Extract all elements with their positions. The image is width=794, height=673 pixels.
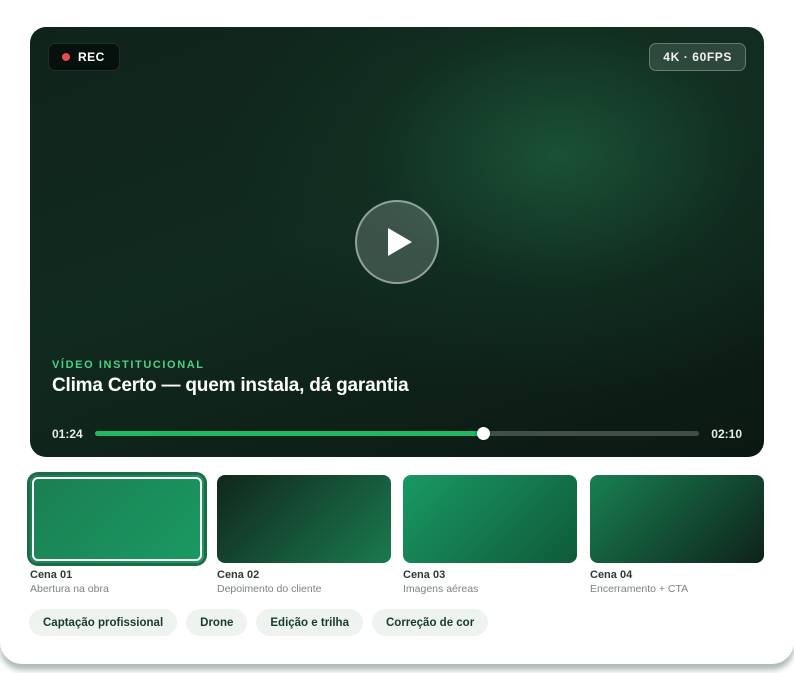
scene-subtitle: Imagens aéreas [403, 583, 479, 595]
scene-thumb-image [403, 475, 577, 563]
scene-subtitle: Depoimento do cliente [217, 583, 322, 595]
scene-thumb-2[interactable]: Cena 02 Depoimento do cliente [217, 475, 391, 595]
scene-thumb-1[interactable]: Cena 01 Abertura na obra [30, 475, 204, 595]
rec-badge: REC [48, 43, 120, 71]
scene-subtitle: Abertura na obra [30, 583, 109, 595]
quality-badge: 4K · 60FPS [649, 43, 746, 71]
video-player[interactable]: REC 4K · 60FPS VÍDEO INSTITUCIONAL Clima… [30, 27, 764, 457]
scene-subtitle: Encerramento + CTA [590, 583, 689, 595]
scene-thumb-3[interactable]: Cena 03 Imagens aéreas [403, 475, 577, 595]
progress-fill [95, 431, 484, 436]
scene-thumb-image [590, 475, 764, 563]
tag-chip[interactable]: Captação profissional [29, 609, 178, 636]
tag-chip[interactable]: Edição e trilha [256, 609, 363, 636]
progress-handle[interactable] [477, 427, 491, 440]
play-button[interactable] [355, 200, 439, 284]
video-card: REC 4K · 60FPS VÍDEO INSTITUCIONAL Clima… [0, 0, 794, 664]
progress-bar[interactable] [95, 427, 699, 440]
video-category: VÍDEO INSTITUCIONAL [52, 359, 205, 371]
scene-label: Cena 04 [590, 569, 633, 581]
scene-thumb-image [217, 475, 391, 563]
scene-label: Cena 03 [403, 569, 446, 581]
play-icon [388, 228, 412, 256]
scene-label: Cena 02 [217, 569, 260, 581]
scene-thumb-4[interactable]: Cena 04 Encerramento + CTA [590, 475, 764, 595]
rec-dot-icon [62, 53, 70, 61]
time-total: 02:10 [711, 427, 742, 441]
video-title: Clima Certo — quem instala, dá garantia [52, 375, 409, 396]
tag-chip[interactable]: Drone [186, 609, 248, 636]
tag-chip[interactable]: Correção de cor [371, 609, 489, 636]
rec-label: REC [78, 50, 105, 64]
scene-thumbnails: Cena 01 Abertura na obra Cena 02 Depoime… [30, 475, 764, 595]
scene-label: Cena 01 [30, 569, 73, 581]
scene-thumb-image [30, 475, 204, 563]
service-tags: Captação profissional Drone Edição e tri… [29, 609, 489, 636]
time-current: 01:24 [52, 427, 83, 441]
